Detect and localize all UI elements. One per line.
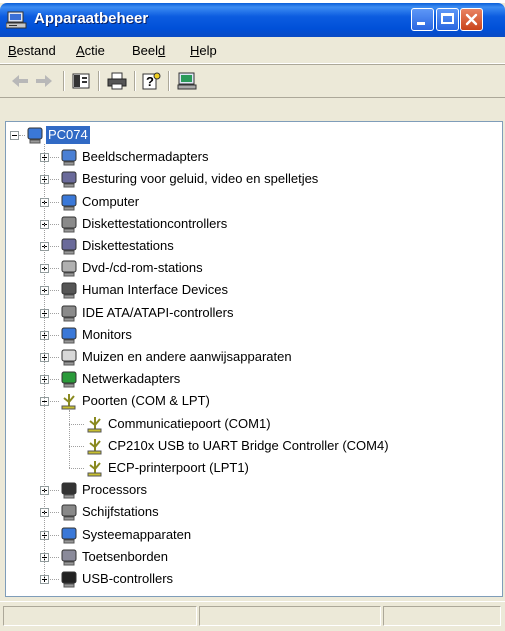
tree-category-mouse[interactable]: Muizen en andere aanwijsapparaten bbox=[82, 348, 292, 366]
toolbar: ? bbox=[0, 65, 505, 98]
tree-line-vertical bbox=[44, 144, 46, 579]
port-icon bbox=[87, 438, 102, 455]
status-panel bbox=[3, 606, 197, 626]
processor-icon bbox=[61, 482, 77, 499]
device-manager-icon bbox=[6, 11, 27, 29]
tree-root-pc074[interactable]: PC074 bbox=[46, 126, 90, 144]
tree-category-processor[interactable]: Processors bbox=[82, 481, 147, 499]
tree-category-keyboard[interactable]: Toetsenborden bbox=[82, 548, 168, 566]
back-arrow-icon[interactable] bbox=[10, 72, 30, 90]
tree-line-vertical bbox=[69, 410, 71, 468]
tree-category-disk[interactable]: Schijfstations bbox=[82, 503, 159, 521]
menu-beeld[interactable]: Beeld bbox=[132, 43, 165, 58]
port-icon bbox=[87, 461, 102, 477]
svg-text:?: ? bbox=[146, 74, 154, 89]
toolbar-separator bbox=[98, 71, 100, 91]
properties-icon[interactable] bbox=[71, 72, 91, 90]
menu-bar: Bestand Actie Beeld Help bbox=[0, 37, 505, 64]
tree-category-ide[interactable]: IDE ATA/ATAPI-controllers bbox=[82, 304, 233, 322]
tree-category-hid[interactable]: Human Interface Devices bbox=[82, 281, 228, 299]
collapse-toggle[interactable] bbox=[10, 131, 19, 140]
tree-device-port[interactable]: ECP-printerpoort (LPT1) bbox=[108, 459, 249, 477]
tree-device-port[interactable]: Communicatiepoort (COM1) bbox=[108, 415, 271, 433]
status-bar bbox=[0, 601, 505, 631]
monitor-adapter-icon bbox=[61, 149, 77, 166]
ide-icon bbox=[61, 305, 77, 322]
minimize-button[interactable] bbox=[411, 8, 434, 31]
close-button[interactable] bbox=[460, 8, 483, 31]
floppy-drive-icon bbox=[61, 238, 77, 255]
tree-line-horizontal bbox=[69, 468, 84, 470]
tree-category-cdrom[interactable]: Dvd-/cd-rom-stations bbox=[82, 259, 203, 277]
toolbar-separator bbox=[168, 71, 170, 91]
hid-icon bbox=[61, 282, 77, 299]
status-panel bbox=[199, 606, 381, 626]
menu-bestand[interactable]: Bestand bbox=[8, 43, 56, 58]
forward-arrow-icon[interactable] bbox=[34, 72, 54, 90]
minimize-icon bbox=[417, 22, 425, 25]
usb-icon bbox=[61, 571, 77, 588]
port-icon bbox=[87, 416, 102, 433]
floppy-controller-icon bbox=[61, 216, 77, 233]
maximize-button[interactable] bbox=[436, 8, 459, 31]
computer-icon bbox=[27, 127, 43, 144]
maximize-icon bbox=[441, 13, 454, 24]
disk-icon bbox=[61, 504, 77, 521]
computer-icon bbox=[61, 194, 77, 211]
network-icon bbox=[61, 371, 77, 388]
tree-category-port[interactable]: Poorten (COM & LPT) bbox=[82, 392, 210, 410]
sound-icon bbox=[61, 171, 77, 188]
keyboard-icon bbox=[61, 549, 77, 566]
port-icon bbox=[61, 394, 76, 410]
toolbar-separator bbox=[63, 71, 65, 91]
tree-category-computer[interactable]: Computer bbox=[82, 193, 139, 211]
tree-category-system[interactable]: Systeemapparaten bbox=[82, 526, 191, 544]
monitor-icon bbox=[61, 327, 77, 344]
status-panel bbox=[383, 606, 501, 626]
close-icon bbox=[465, 13, 478, 26]
mouse-icon bbox=[61, 349, 77, 366]
tree-category-floppy-drive[interactable]: Diskettestations bbox=[82, 237, 174, 255]
tree-line-horizontal bbox=[19, 135, 25, 137]
tree-line-horizontal bbox=[69, 423, 84, 426]
scan-hardware-icon[interactable] bbox=[177, 72, 197, 90]
system-icon bbox=[61, 527, 77, 544]
device-manager-window: Apparaatbeheer Bestand Actie Beeld Help bbox=[0, 3, 505, 631]
menu-actie[interactable]: Actie bbox=[76, 43, 105, 58]
cdrom-icon bbox=[61, 260, 77, 277]
tree-line-horizontal bbox=[69, 445, 84, 448]
menu-help[interactable]: Help bbox=[190, 43, 217, 58]
tree-category-sound[interactable]: Besturing voor geluid, video en spelletj… bbox=[82, 170, 318, 188]
title-bar[interactable]: Apparaatbeheer bbox=[0, 3, 505, 37]
device-tree[interactable]: PC074 Beeldschermadapters Besturing voor g… bbox=[5, 121, 503, 597]
tree-device-port[interactable]: CP210x USB to UART Bridge Controller (CO… bbox=[108, 437, 389, 455]
tree-category-monitor[interactable]: Monitors bbox=[82, 326, 132, 344]
window-title: Apparaatbeheer bbox=[34, 10, 149, 27]
tree-category-usb[interactable]: USB-controllers bbox=[82, 570, 173, 588]
toolbar-separator bbox=[134, 71, 136, 91]
tree-category-network[interactable]: Netwerkadapters bbox=[82, 370, 180, 388]
tree-category-monitor-adapter[interactable]: Beeldschermadapters bbox=[82, 148, 208, 166]
help-icon[interactable]: ? bbox=[142, 72, 162, 90]
print-icon[interactable] bbox=[107, 72, 127, 90]
tree-category-floppy-controller[interactable]: Diskettestationcontrollers bbox=[82, 215, 227, 233]
